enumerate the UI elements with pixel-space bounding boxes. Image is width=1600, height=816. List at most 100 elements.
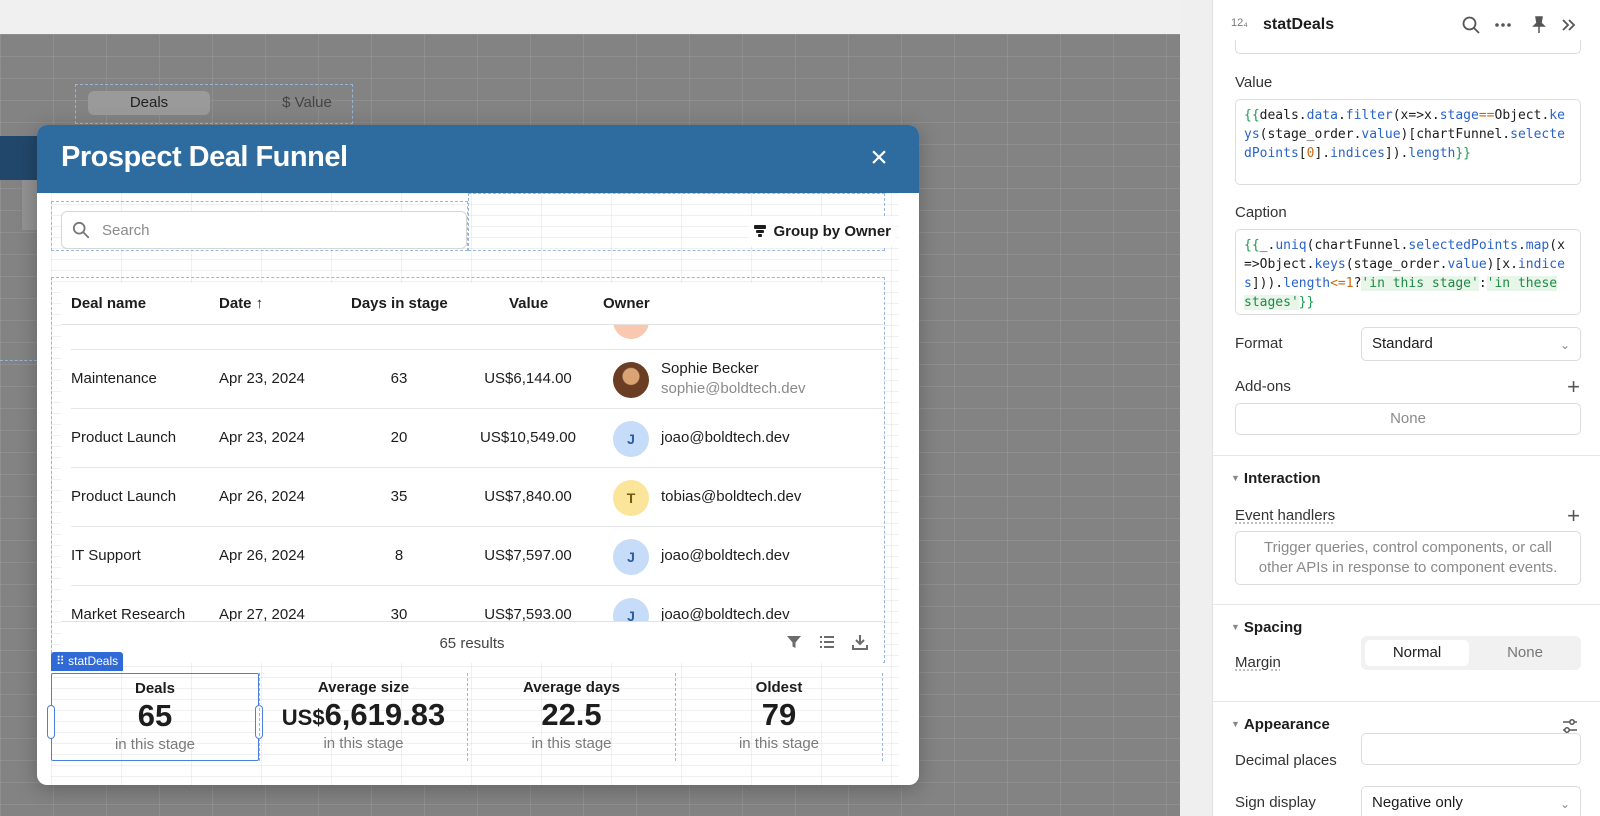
event-handlers-label: Event handlers: [1235, 507, 1336, 524]
table-row[interactable]: Maintenance Apr 23, 2024 63 US$6,144.00 …: [71, 350, 883, 409]
stat-number: 22.5: [541, 697, 602, 732]
avatar: T: [613, 480, 649, 516]
stat-label: Oldest: [755, 679, 803, 696]
value-label: Value: [1235, 74, 1273, 91]
list-icon[interactable]: [818, 633, 836, 651]
margin-segmented-control[interactable]: Normal None: [1361, 636, 1581, 670]
sign-display-select[interactable]: Negative only ⌄: [1361, 786, 1581, 816]
cell-date: Apr 23, 2024: [219, 429, 305, 446]
sign-display-value: Negative only: [1372, 794, 1463, 811]
cell-days: 8: [394, 547, 404, 564]
sign-display-label: Sign display: [1235, 794, 1316, 811]
column-header-date[interactable]: Date ↑: [219, 295, 263, 312]
column-header-deal-name[interactable]: Deal name: [71, 295, 146, 312]
more-icon[interactable]: [1493, 15, 1513, 35]
margin-label: Margin: [1235, 654, 1281, 671]
table-row[interactable]: IT Support Apr 26, 2024 8 US$7,597.00 J …: [71, 527, 883, 586]
results-count: 65 results: [439, 635, 505, 652]
stat-caption: in this stage: [114, 736, 196, 753]
owner-name: Sophie Becker: [661, 360, 759, 377]
table-body[interactable]: Maintenance Apr 23, 2024 63 US$6,144.00 …: [61, 325, 883, 621]
table-row[interactable]: Product Launch Apr 23, 2024 20 US$10,549…: [71, 409, 883, 468]
format-label: Format: [1235, 335, 1283, 352]
cell-date: Apr 23, 2024: [219, 370, 305, 387]
cell-date: Apr 26, 2024: [219, 547, 305, 564]
cell-days: 63: [390, 370, 408, 387]
search-icon[interactable]: [1461, 15, 1481, 35]
add-addon-icon[interactable]: +: [1567, 376, 1580, 398]
number-component-icon: 12₄: [1231, 17, 1248, 29]
resize-handle-left[interactable]: [47, 705, 55, 739]
table-footer: 65 results: [61, 621, 883, 663]
value-code-editor[interactable]: {{deals.data.filter(x=>x.stage==Object.k…: [1235, 99, 1581, 185]
column-header-days-in-stage[interactable]: Days in stage: [351, 295, 448, 312]
selected-component-tag[interactable]: ⠿ statDeals: [51, 652, 124, 671]
cell-deal-name: IT Support: [71, 547, 141, 564]
close-icon[interactable]: ×: [865, 143, 893, 173]
cell-value: US$7,840.00: [484, 488, 572, 505]
search-input[interactable]: [102, 219, 452, 241]
interaction-label: Interaction: [1243, 470, 1321, 487]
decimal-places-input[interactable]: [1361, 733, 1581, 765]
background-seg-value: $ Value: [282, 94, 332, 111]
chevron-down-icon: ⌄: [1559, 338, 1570, 352]
group-by-owner-button[interactable]: Group by Owner: [749, 216, 895, 246]
column-header-owner[interactable]: Owner: [603, 295, 650, 312]
stat-deals[interactable]: Deals 65 in this stage: [51, 673, 259, 761]
table-row[interactable]: Product Launch Apr 26, 2024 35 US$7,840.…: [71, 468, 883, 527]
triangle-down-icon: ▼: [1231, 719, 1240, 729]
stat-oldest[interactable]: Oldest 79 in this stage: [675, 673, 883, 761]
caption-label: Caption: [1235, 204, 1287, 221]
cell-days: 30: [390, 606, 408, 621]
format-select[interactable]: Standard ⌄: [1361, 327, 1581, 361]
divider: [1213, 604, 1600, 605]
triangle-down-icon: ▼: [1231, 622, 1240, 632]
pin-icon[interactable]: [1529, 15, 1549, 35]
cell-value: US$7,593.00: [484, 606, 572, 621]
group-icon: [754, 225, 767, 237]
event-handlers-empty-box[interactable]: Trigger queries, control components, or …: [1235, 531, 1581, 585]
appearance-label: Appearance: [1243, 716, 1330, 733]
triangle-down-icon: ▼: [1231, 473, 1240, 483]
group-by-owner-label: Group by Owner: [773, 222, 891, 240]
margin-option-none[interactable]: None: [1473, 640, 1577, 666]
add-event-handler-icon[interactable]: +: [1567, 505, 1580, 527]
avatar-photo: [613, 362, 649, 398]
column-header-value[interactable]: Value: [509, 295, 548, 312]
cell-value: US$6,144.00: [484, 370, 572, 387]
avatar: J: [613, 539, 649, 575]
divider: [1213, 701, 1600, 702]
appearance-section-header[interactable]: ▼ Appearance: [1231, 716, 1330, 733]
stat-average-size[interactable]: Average size US$6,619.83 in this stage: [259, 673, 467, 761]
table-row-partial[interactable]: [71, 325, 883, 350]
canvas-top-strip: [0, 0, 1180, 34]
canvas-gutter: [1180, 0, 1212, 816]
owner-email: sophie@boldtech.dev: [661, 380, 806, 397]
stat-label: Average size: [317, 679, 410, 696]
stat-prefix: US$: [281, 705, 325, 730]
spacing-section-header[interactable]: ▼ Spacing: [1231, 619, 1302, 636]
stats-row: Deals 65 in this stage Average size US$6…: [47, 673, 885, 761]
cell-date: Apr 27, 2024: [219, 606, 305, 621]
download-icon[interactable]: [851, 633, 869, 651]
filter-icon[interactable]: [785, 633, 803, 651]
avatar: J: [613, 598, 649, 621]
cell-value: US$7,597.00: [484, 547, 572, 564]
inspector-panel: 12₄ statDeals Value {{deals.data.filter(…: [1212, 0, 1600, 816]
owner-email: joao@boldtech.dev: [661, 429, 790, 446]
divider: [1213, 455, 1600, 456]
table-row[interactable]: Market Research Apr 27, 2024 30 US$7,593…: [71, 586, 883, 621]
interaction-section-header[interactable]: ▼ Interaction: [1231, 470, 1321, 487]
owner-email: joao@boldtech.dev: [661, 606, 790, 621]
search-box[interactable]: [61, 211, 467, 249]
modal-header: Prospect Deal Funnel ×: [37, 125, 919, 193]
collapse-icon[interactable]: [1559, 15, 1579, 35]
component-name[interactable]: statDeals: [1263, 16, 1334, 34]
stat-average-days[interactable]: Average days 22.5 in this stage: [467, 673, 675, 761]
addons-box[interactable]: None: [1235, 403, 1581, 435]
spacing-label: Spacing: [1243, 619, 1303, 636]
caption-code-editor[interactable]: {{_.uniq(chartFunnel.selectedPoints.map(…: [1235, 229, 1581, 315]
margin-option-normal[interactable]: Normal: [1365, 640, 1469, 666]
addons-label: Add-ons: [1235, 378, 1291, 395]
search-icon: [72, 221, 90, 239]
